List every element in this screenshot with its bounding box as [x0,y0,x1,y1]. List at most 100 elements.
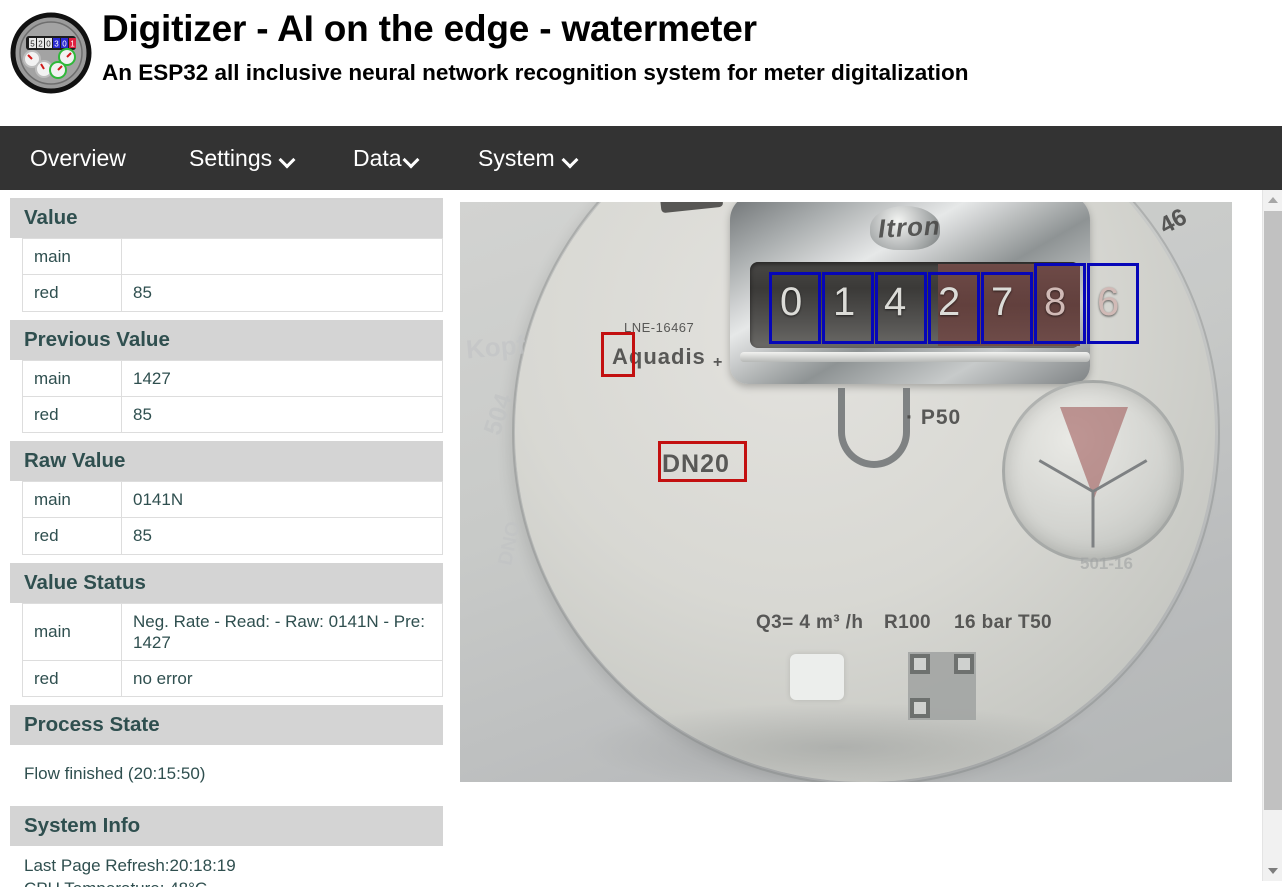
label-ghost-1: Kopf [464,329,527,365]
row-key: main [22,602,122,661]
table-row: red no error [22,659,443,698]
nav-item-data-label: Data [353,144,402,171]
process-state-text: Flow finished (20:15:50) [24,764,206,784]
table-value: main red 85 [22,237,443,312]
label-bar-rating: 16 bar T50 [954,612,1052,633]
nav-item-data[interactable]: Data [353,145,418,172]
row-value: no error [121,659,443,698]
section-header-previous-value: Previous Value [10,319,443,360]
row-value: 1427 [121,359,443,397]
faceplate-tab [790,654,844,700]
row-key: red [22,659,122,698]
system-info-cpu-temperature: CPU Temperature: 48°C [24,878,443,887]
nav-item-overview-label: Overview [30,144,126,171]
scroll-down-arrow-icon[interactable] [1263,861,1282,881]
system-info-block: Last Page Refresh:20:18:19 CPU Temperatu… [10,846,443,887]
nav-slot-data: Data [353,145,478,172]
svg-text:5: 5 [30,40,35,49]
page-header: 5 2 0 3 0 1 Digitizer - AI on the edge -… [0,0,1282,126]
row-value [121,237,443,276]
nav-item-system-label: System [478,144,555,171]
section-header-system-info: System Info [10,806,443,847]
scroll-up-arrow-icon[interactable] [1263,190,1282,210]
section-header-value: Value [10,198,443,238]
row-key: red [22,395,122,434]
section-header-raw-value: Raw Value [10,441,443,481]
chevron-down-icon [281,153,294,166]
watermeter-logo: 5 2 0 3 0 1 [10,12,92,94]
page-title: Digitizer - AI on the edge - watermeter [102,8,757,49]
row-value: 85 [121,517,443,555]
table-row: main Neg. Rate - Read: - Raw: 0141N - Pr… [22,602,443,661]
roi-text-aquadis [601,332,635,377]
svg-text:2: 2 [38,40,43,49]
roi-digit-6 [1087,263,1139,344]
table-row: main [22,237,443,276]
row-key: main [22,480,122,519]
info-sidebar: Value main red 85 Previous Value main 14… [0,190,443,887]
roi-digit-5 [1034,263,1086,344]
scroll-down-arrow-wrap[interactable] [1263,861,1282,881]
brand-label: Itron [877,210,942,244]
svg-text:0: 0 [46,40,51,49]
section-header-process-state: Process State [10,705,443,746]
roi-digit-2 [875,272,927,344]
label-serial: 501-16 [1080,554,1133,573]
photo-shadow [580,702,1100,782]
qr-eye [910,654,930,674]
svg-text:3: 3 [54,40,59,49]
chevron-down-icon [564,153,577,166]
table-row: main 1427 [22,359,443,397]
label-ghost-3: DNO [494,519,526,568]
roi-digit-1 [822,272,874,344]
nav-item-overview[interactable]: Overview [30,145,126,172]
content-area: Value main red 85 Previous Value main 14… [0,190,1282,887]
table-row: red 85 [22,395,443,434]
row-key: main [22,359,122,397]
roi-text-dn20 [658,441,747,482]
row-key: red [22,274,122,312]
camera-image-pane: Itron 0 1 4 2 7 8 6 LNE-16467 Aquadis + [443,190,1232,782]
page-subtitle: An ESP32 all inclusive neural network re… [102,59,969,85]
nav-item-settings-label: Settings [189,144,273,171]
table-value-status: main Neg. Rate - Read: - Raw: 0141N - Pr… [22,602,443,698]
roi-digit-4 [981,272,1033,344]
label-p50: · P50 [906,406,962,429]
chevron-down-icon [405,153,418,166]
section-header-value-status: Value Status [10,562,443,603]
title-block: Digitizer - AI on the edge - watermeter … [102,6,968,86]
row-value: 85 [121,395,443,434]
label-plus: + [713,354,723,371]
roi-digit-0 [769,272,821,344]
label-r100: R100 [884,612,932,633]
table-row: red 85 [22,274,443,312]
qr-eye [910,698,930,718]
table-row: main 0141N [22,480,443,519]
table-raw-value: main 0141N red 85 [22,480,443,555]
row-value: Neg. Rate - Read: - Raw: 0141N - Pre: 14… [121,602,443,661]
row-key: red [22,517,122,555]
nav-item-settings[interactable]: Settings [189,145,294,172]
meter-hook-mark [838,388,910,468]
main-navigation: Overview Settings Data System [0,126,1282,190]
qr-code [908,652,976,720]
flow-dial-needle [1091,491,1095,548]
label-q3: Q3= 4 m³ /h [756,612,864,633]
svg-text:1: 1 [70,40,75,49]
scrollbar-thumb[interactable] [1264,211,1282,810]
qr-eye [954,654,974,674]
nav-slot-settings: Settings [189,145,353,172]
system-info-last-refresh: Last Page Refresh:20:18:19 [24,856,236,876]
row-key: main [22,237,122,276]
row-value: 85 [121,274,443,312]
register-highlight-bar [740,352,1090,362]
vertical-scrollbar[interactable] [1262,190,1282,881]
nav-item-system[interactable]: System [478,145,577,172]
table-row: red 85 [22,517,443,555]
flow-dial-star [1060,407,1128,499]
table-previous-value: main 1427 red 85 [22,359,443,434]
nav-slot-system: System [478,145,577,172]
row-value: 0141N [121,480,443,519]
watermeter-camera-image[interactable]: Itron 0 1 4 2 7 8 6 LNE-16467 Aquadis + [460,202,1232,782]
nav-slot-overview: Overview [30,145,189,172]
